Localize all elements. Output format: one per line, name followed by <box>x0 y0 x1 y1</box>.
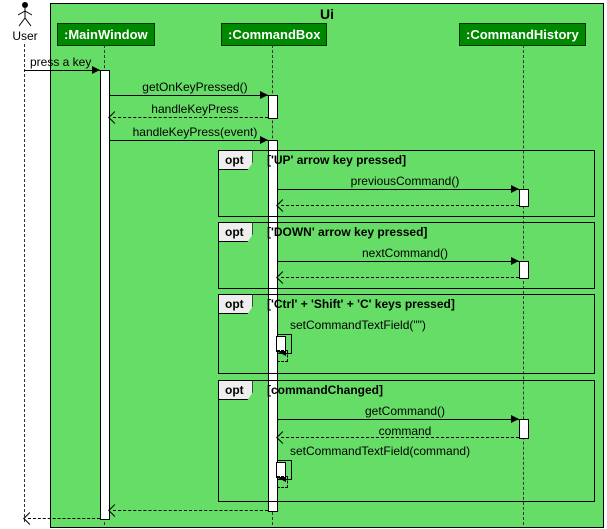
self-return <box>277 476 288 488</box>
activation-commandbox-1 <box>268 95 278 119</box>
arrow-return-final-2 <box>28 518 100 519</box>
msg-setcommandtextfield-cmd: setCommandTextField(command) <box>290 444 470 458</box>
msg-getonkeypressed: getOnKeyPressed() <box>130 80 260 94</box>
arrowhead-open-icon <box>23 512 36 525</box>
opt-clear: opt ['Ctrl' + 'Shift' + 'C' keys pressed… <box>218 294 595 374</box>
arrowhead-icon <box>511 415 519 423</box>
actor-label: User <box>5 29 45 43</box>
msg-command: command <box>360 424 450 438</box>
opt-tag: opt <box>219 223 253 242</box>
msg-setcommandtextfield-empty: setCommandTextField("") <box>290 318 426 332</box>
arrow-return <box>281 205 519 206</box>
activation-history-2 <box>519 261 529 279</box>
arrow-return <box>113 117 268 118</box>
arrowhead-icon <box>260 136 268 144</box>
opt-tag: opt <box>219 151 253 170</box>
opt-tag: opt <box>219 381 253 400</box>
arrow-return <box>281 277 519 278</box>
arrow-return-final-1 <box>113 510 268 511</box>
activation-history-1 <box>519 189 529 207</box>
arrowhead-icon <box>92 66 100 74</box>
participant-commandbox: :CommandBox <box>221 23 327 46</box>
opt-guard-changed: [commandChanged] <box>267 383 383 397</box>
msg-nextcommand: nextCommand() <box>340 246 470 260</box>
arrow <box>109 95 268 96</box>
msg-handlekeypress-event: handleKeyPress(event) <box>120 125 270 139</box>
opt-guard-clear: ['Ctrl' + 'Shift' + 'C' keys pressed] <box>267 297 455 311</box>
activation-history-3 <box>519 419 529 439</box>
opt-changed: opt [commandChanged] <box>218 380 595 502</box>
arrowhead-icon <box>511 185 519 193</box>
msg-getcommand: getCommand() <box>350 404 460 418</box>
arrow-return <box>281 437 519 438</box>
opt-guard-down: ['DOWN' arrow key pressed] <box>267 225 427 239</box>
arrow <box>24 70 100 71</box>
lifeline-user <box>24 44 25 522</box>
arrow <box>109 140 268 141</box>
arrowhead-icon <box>260 91 268 99</box>
self-return <box>277 350 288 362</box>
msg-press-key: press a key <box>30 55 91 69</box>
msg-handlekeypress-ret: handleKeyPress <box>140 102 250 116</box>
actor-user: User <box>5 0 45 43</box>
opt-tag: opt <box>219 295 253 314</box>
opt-guard-up: ['UP' arrow key pressed] <box>267 153 406 167</box>
participant-mainwindow: :MainWindow <box>57 23 155 46</box>
msg-previouscommand: previousCommand() <box>330 174 480 188</box>
activation-mainwindow <box>100 70 110 520</box>
participant-commandhistory: :CommandHistory <box>459 23 586 46</box>
arrow <box>277 261 519 262</box>
arrow <box>277 189 519 190</box>
stick-figure-icon <box>15 0 35 28</box>
arrowhead-icon <box>511 257 519 265</box>
arrow <box>277 419 519 420</box>
frame-title: Ui <box>320 6 334 22</box>
